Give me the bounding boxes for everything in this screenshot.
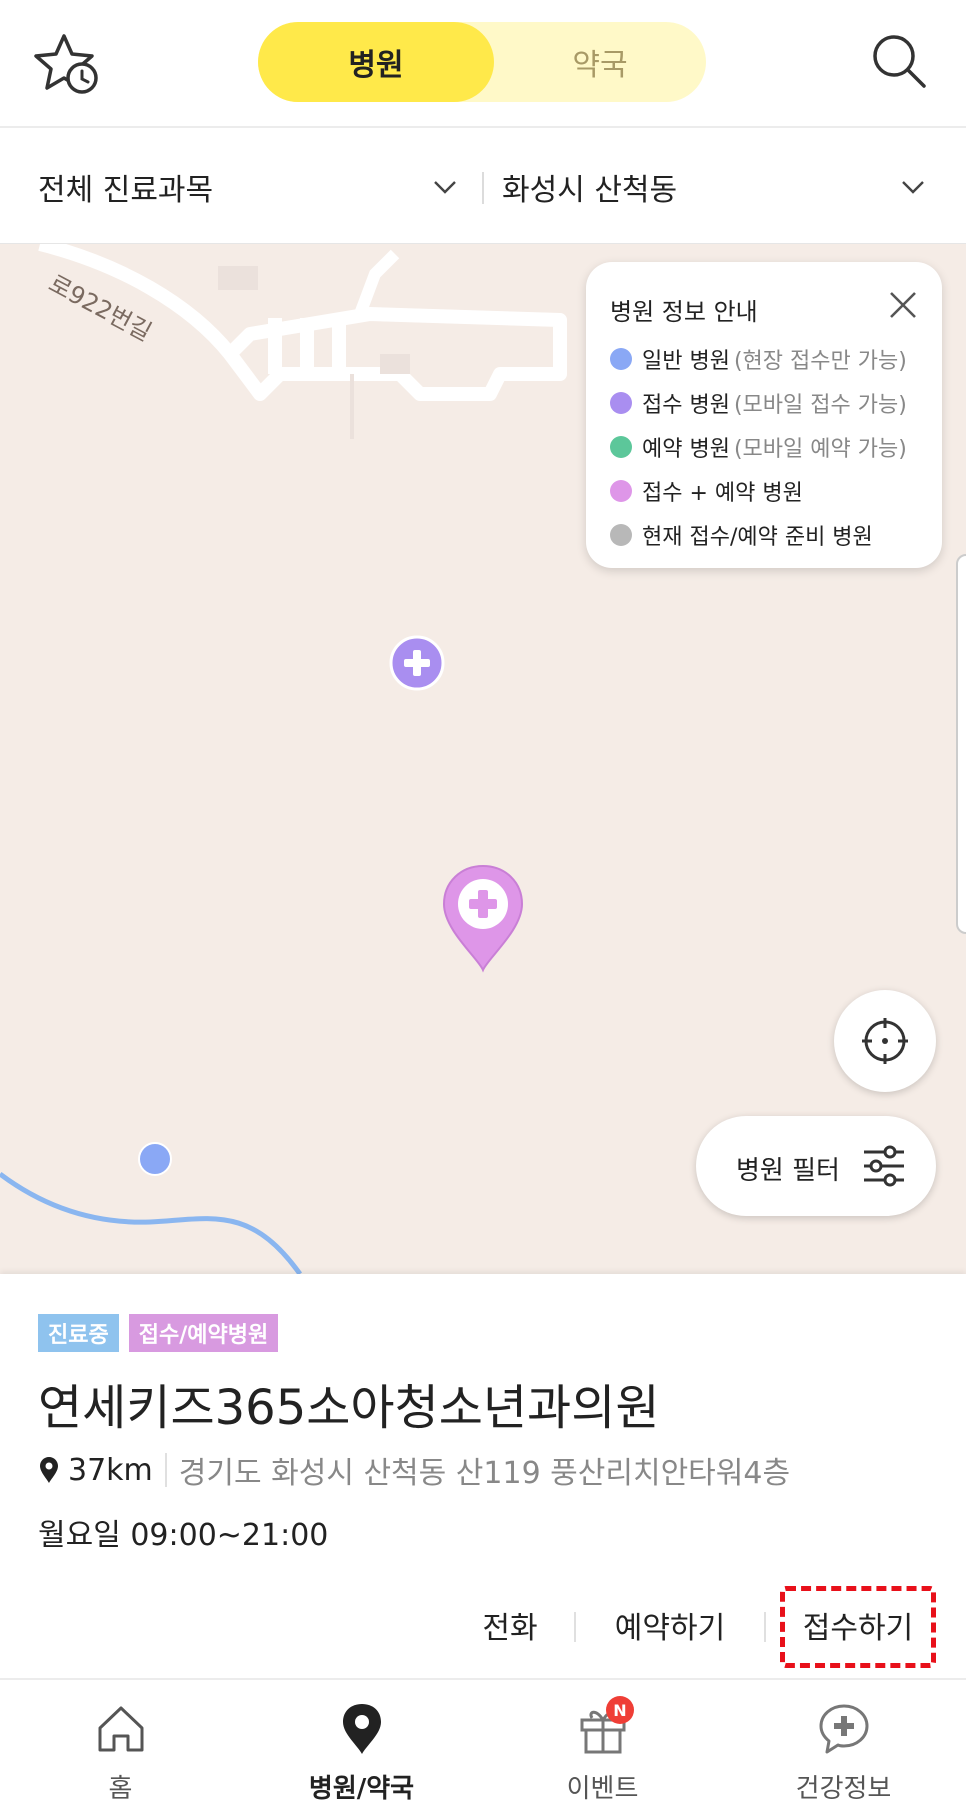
legend-dot xyxy=(610,524,632,546)
search-button[interactable] xyxy=(868,30,930,92)
legend-dot xyxy=(610,348,632,370)
nav-home-label: 홈 xyxy=(108,1774,133,1804)
crosshair-icon xyxy=(862,1018,908,1064)
hospital-marker-receive[interactable] xyxy=(388,634,446,692)
star-clock-icon xyxy=(34,34,98,94)
location-dropdown[interactable]: 화성시 산척동 xyxy=(502,130,932,244)
nav-health-info-label: 건강정보 xyxy=(795,1774,892,1804)
clinic-actions: 전화 예약하기 접수하기 xyxy=(0,1596,966,1656)
tab-pharmacy[interactable]: 약국 xyxy=(494,22,706,102)
filter-bar: 전체 진료과목 화성시 산척동 xyxy=(0,130,966,244)
clinic-address: 경기도 화성시 산척동 산119 풍산리치안타워4층 xyxy=(178,1456,791,1491)
receive-button[interactable]: 접수하기 xyxy=(788,1600,928,1650)
nav-hospital-pharmacy-label: 병원/약국 xyxy=(308,1774,415,1804)
map-pin-icon xyxy=(442,864,524,973)
legend-close-button[interactable] xyxy=(888,290,918,320)
clinic-name[interactable]: 연세키즈365소아청소년과의원 xyxy=(38,1368,660,1438)
legend-item-reserve: 예약 병원 (모바일 예약 가능) xyxy=(610,430,907,464)
clinic-badges: 진료중 접수/예약병원 xyxy=(38,1314,288,1352)
action-divider xyxy=(574,1612,576,1642)
legend-item-preparing: 현재 접수/예약 준비 병원 xyxy=(610,518,873,552)
chevron-down-icon xyxy=(902,181,924,194)
nav-home[interactable]: 홈 xyxy=(0,1680,241,1812)
department-dropdown[interactable]: 전체 진료과목 xyxy=(38,130,458,244)
selected-hospital-pin[interactable] xyxy=(440,862,526,974)
legend-item-general: 일반 병원 (현장 접수만 가능) xyxy=(610,342,907,376)
current-location-button[interactable] xyxy=(834,990,936,1092)
opening-hours: 월요일 09:00~21:00 xyxy=(38,1518,329,1553)
legend-item-receive: 접수 병원 (모바일 접수 가능) xyxy=(610,386,907,420)
legend-title: 병원 정보 안내 xyxy=(610,298,758,326)
hospital-filter-label: 병원 필터 xyxy=(736,1156,840,1186)
clinic-info-sheet[interactable]: 진료중 접수/예약병원 연세키즈365소아청소년과의원 37km 경기도 화성시… xyxy=(0,1274,966,1678)
distance: 37km xyxy=(68,1452,153,1488)
status-badge: 진료중 xyxy=(38,1314,119,1352)
call-button[interactable]: 전화 xyxy=(470,1600,550,1650)
legend-dot xyxy=(610,392,632,414)
health-chat-icon xyxy=(819,1704,869,1754)
tab-hospital[interactable]: 병원 xyxy=(258,22,494,102)
type-badge: 접수/예약병원 xyxy=(128,1314,279,1352)
legend-dot xyxy=(610,480,632,502)
top-header: 병원 약국 xyxy=(0,0,966,128)
nav-event[interactable]: N 이벤트 xyxy=(482,1680,723,1812)
sliders-icon xyxy=(864,1145,904,1187)
favorites-history-button[interactable] xyxy=(34,30,104,96)
filter-divider xyxy=(482,172,484,204)
nav-health-info[interactable]: 건강정보 xyxy=(723,1680,964,1812)
hospital-marker-general[interactable] xyxy=(138,1142,172,1176)
department-label: 전체 진료과목 xyxy=(38,173,214,208)
hospital-filter-button[interactable]: 병원 필터 xyxy=(696,1116,936,1216)
side-handle[interactable] xyxy=(956,554,966,934)
hospital-legend: 병원 정보 안내 일반 병원 (현장 접수만 가능) 접수 병원 (모바일 접수… xyxy=(586,262,942,568)
chevron-down-icon xyxy=(434,181,456,194)
legend-item-receive-reserve: 접수 + 예약 병원 xyxy=(610,474,803,508)
new-badge: N xyxy=(606,1696,634,1724)
address-divider xyxy=(164,1453,167,1487)
nav-hospital-pharmacy[interactable]: 병원/약국 xyxy=(241,1680,482,1812)
map-pin-icon xyxy=(343,1704,381,1754)
hospital-cross-icon xyxy=(389,635,445,691)
search-icon xyxy=(873,35,926,88)
address-row: 37km 경기도 화성시 산척동 산119 풍산리치안타워4층 xyxy=(38,1450,791,1491)
reserve-button[interactable]: 예약하기 xyxy=(600,1600,740,1650)
legend-dot xyxy=(610,436,632,458)
home-icon xyxy=(98,1706,144,1752)
map-view[interactable]: 로922번길 병원 정보 안내 일반 병원 (현장 접수만 가능) 접수 병원 … xyxy=(0,244,966,1274)
bottom-navigation: 홈 병원/약국 N 이벤트 건강정보 xyxy=(0,1678,966,1812)
location-label: 화성시 산척동 xyxy=(502,173,678,208)
close-icon xyxy=(890,292,916,318)
nav-event-label: 이벤트 xyxy=(566,1774,639,1804)
location-pin-icon xyxy=(40,1457,58,1483)
action-divider xyxy=(764,1612,766,1642)
hospital-pharmacy-toggle: 병원 약국 xyxy=(258,22,706,102)
